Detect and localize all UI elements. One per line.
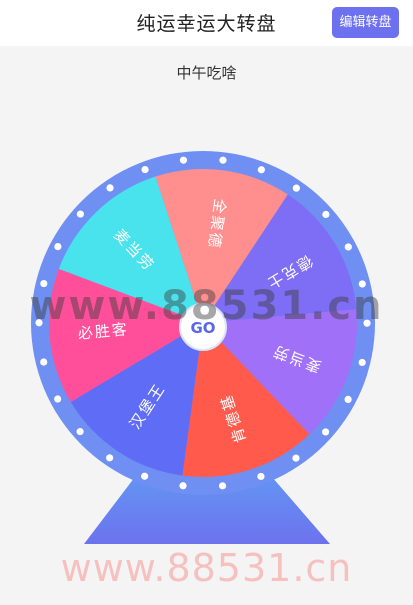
rim-light [358,280,366,288]
rim-light [106,454,114,462]
rim-light [76,210,84,218]
rim-light [76,427,84,436]
rim-light [179,156,188,164]
bottom-watermark: www.88531.cn [60,546,353,590]
go-button[interactable]: GO [179,303,227,351]
rim-light [141,472,149,480]
rim-light [141,165,149,174]
rim-light [358,358,366,367]
prize-wheel[interactable]: 全聚德德克士麦当劳肯德基汉堡王必胜客麦当劳 GO [0,0,413,605]
rim-light [363,319,371,327]
rim-light [54,395,62,403]
rim-light [219,156,227,164]
rim-light [344,243,352,251]
rim-light [322,210,330,219]
rim-light [35,319,43,327]
rim-light [322,428,330,436]
rim-light [54,242,62,251]
rim-light [257,166,265,174]
rim-light [40,279,48,288]
rim-light [344,395,352,404]
rim-light [257,472,265,481]
rim-light [40,358,48,366]
rim-light [179,482,187,490]
go-label: GO [190,319,215,337]
rim-light [292,454,300,462]
rim-light [218,482,227,490]
rim-light [106,184,114,192]
rim-light [292,184,300,192]
